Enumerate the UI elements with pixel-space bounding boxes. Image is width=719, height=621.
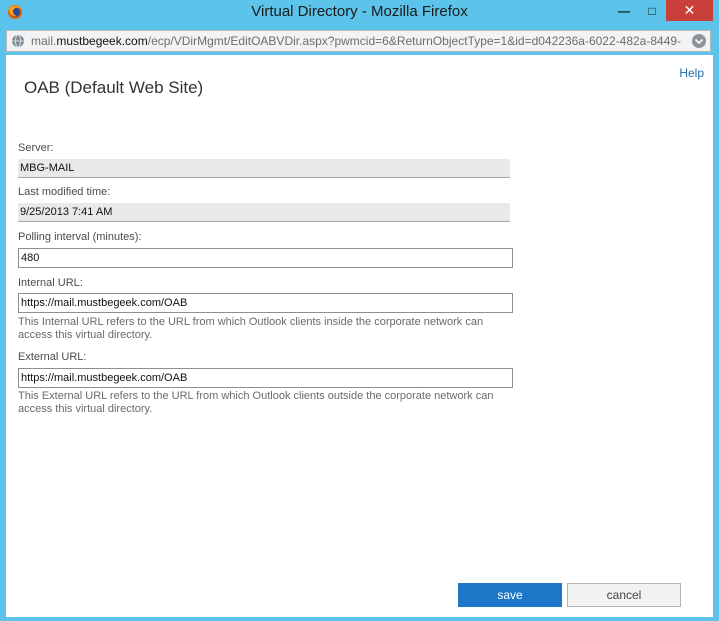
maximize-button[interactable]: □ xyxy=(638,0,666,21)
close-icon: ✕ xyxy=(683,2,696,18)
internal-url-help: This Internal URL refers to the URL from… xyxy=(18,316,484,341)
internal-url-input[interactable] xyxy=(18,293,513,313)
page-title: OAB (Default Web Site) xyxy=(24,78,204,97)
page-content: Help OAB (Default Web Site) Server: MBG-… xyxy=(6,55,713,617)
external-url-input[interactable] xyxy=(18,368,513,388)
url-prefix: mail. xyxy=(31,34,57,48)
external-url-label: External URL: xyxy=(18,351,87,363)
minimize-icon: — xyxy=(618,3,630,18)
address-bar[interactable]: mail.mustbegeek.com/ecp/VDirMgmt/EditOAB… xyxy=(6,30,711,52)
polling-interval-label: Polling interval (minutes): xyxy=(18,231,142,243)
title-bar: Virtual Directory - Mozilla Firefox — □ … xyxy=(0,0,719,26)
url-path: /ecp/VDirMgmt/EditOABVDir.aspx?pwmcid=6&… xyxy=(147,34,682,48)
chevron-down-icon[interactable] xyxy=(691,33,707,49)
globe-icon xyxy=(12,34,24,48)
cancel-button[interactable]: cancel xyxy=(567,583,681,607)
external-url-help: This External URL refers to the URL from… xyxy=(18,390,494,415)
server-value: MBG-MAIL xyxy=(18,159,510,178)
url-domain: mustbegeek.com xyxy=(56,34,148,48)
internal-url-label: Internal URL: xyxy=(18,277,83,289)
save-button[interactable]: save xyxy=(458,583,562,607)
close-button[interactable]: ✕ xyxy=(666,0,713,21)
polling-interval-input[interactable] xyxy=(18,248,513,268)
url-text[interactable]: mail.mustbegeek.com/ecp/VDirMgmt/EditOAB… xyxy=(31,34,686,48)
last-modified-value: 9/25/2013 7:41 AM xyxy=(18,203,510,222)
maximize-icon: □ xyxy=(648,3,656,18)
server-label: Server: xyxy=(18,142,54,154)
help-link[interactable]: Help xyxy=(679,66,704,80)
last-modified-label: Last modified time: xyxy=(18,186,111,198)
minimize-button[interactable]: — xyxy=(610,0,638,21)
window-controls: — □ ✕ xyxy=(610,0,713,21)
